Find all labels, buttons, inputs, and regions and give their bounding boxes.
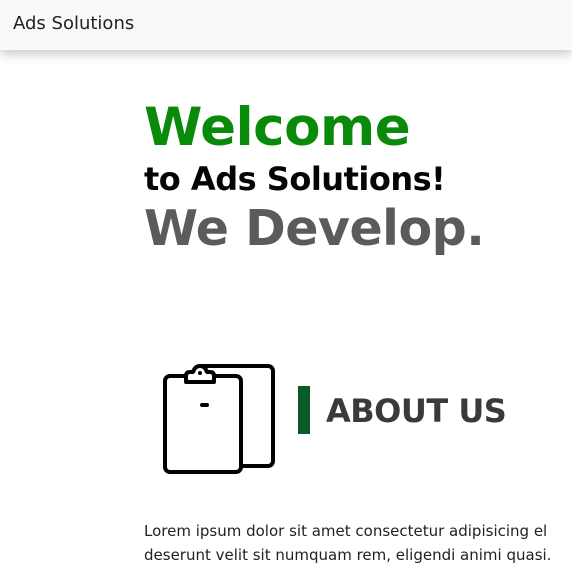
hero-tagline: We Develop. — [144, 200, 485, 257]
navbar: Ads Solutions — [0, 0, 572, 50]
clipboard-icon — [163, 364, 275, 474]
hero-welcome-heading: Welcome — [144, 97, 411, 158]
about-accent-bar — [298, 386, 310, 434]
hero-section: Welcome to Ads Solutions! We Develop. — [144, 92, 485, 258]
about-text-line: deserunt velit sit numquam rem, eligendi… — [144, 546, 552, 564]
navbar-brand[interactable]: Ads Solutions — [13, 13, 134, 34]
about-title: ABOUT US — [326, 392, 507, 430]
about-paragraph: Lorem ipsum dolor sit amet consectetur a… — [144, 519, 572, 567]
hero-subtitle: to Ads Solutions! — [144, 160, 446, 198]
about-text-line: Lorem ipsum dolor sit amet consectetur a… — [144, 522, 548, 540]
